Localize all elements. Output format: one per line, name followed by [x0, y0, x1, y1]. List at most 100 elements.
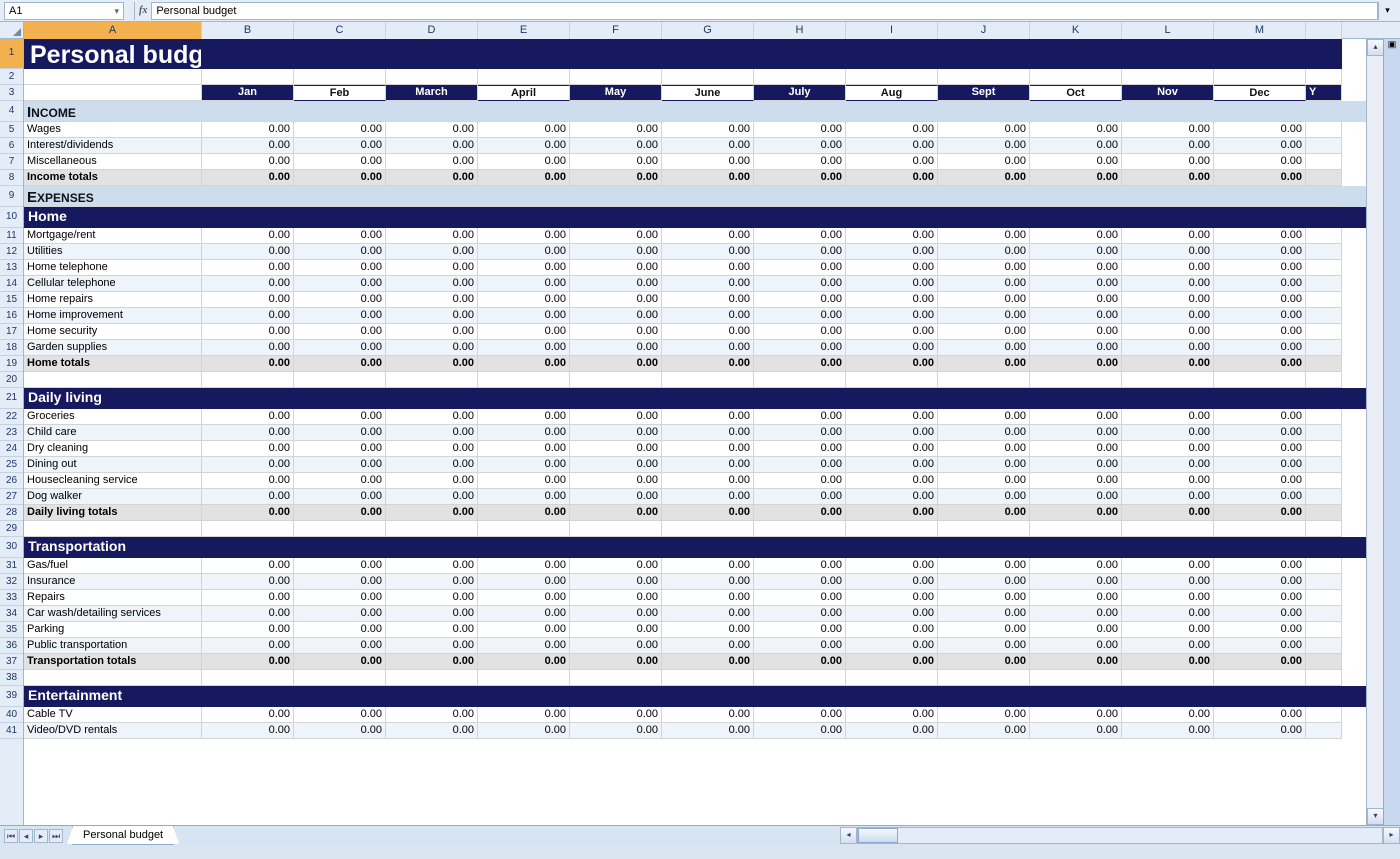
cell-E36[interactable]: 0.00	[478, 638, 570, 654]
scroll-down-icon[interactable]: ▾	[1367, 808, 1384, 825]
cell-H29[interactable]	[754, 521, 846, 537]
cell-C15[interactable]: 0.00	[294, 292, 386, 308]
cell-J7[interactable]: 0.00	[938, 154, 1030, 170]
cell-K13[interactable]: 0.00	[1030, 260, 1122, 276]
cell-F25[interactable]: 0.00	[570, 457, 662, 473]
cell-F37[interactable]: 0.00	[570, 654, 662, 670]
cell-E13[interactable]: 0.00	[478, 260, 570, 276]
cell-H17[interactable]: 0.00	[754, 324, 846, 340]
row-header-21[interactable]: 21	[0, 388, 23, 409]
cell-C1[interactable]	[294, 39, 386, 69]
row-header-30[interactable]: 30	[0, 537, 23, 558]
cell-B19[interactable]: 0.00	[202, 356, 294, 372]
cell-G4[interactable]	[662, 103, 754, 122]
cell-I34[interactable]: 0.00	[846, 606, 938, 622]
cell-F19[interactable]: 0.00	[570, 356, 662, 372]
cell-E19[interactable]: 0.00	[478, 356, 570, 372]
cell-K29[interactable]	[1030, 521, 1122, 537]
cell-K9[interactable]	[1030, 188, 1122, 207]
col-header-extra[interactable]	[1306, 22, 1342, 39]
cell-E40[interactable]: 0.00	[478, 707, 570, 723]
row-header-5[interactable]: 5	[0, 122, 23, 138]
row-header-19[interactable]: 19	[0, 356, 23, 372]
cell-D16[interactable]: 0.00	[386, 308, 478, 324]
cell-F5[interactable]: 0.00	[570, 122, 662, 138]
cell-K10[interactable]	[1030, 207, 1122, 228]
cell-A35[interactable]: Parking	[24, 622, 202, 638]
cell-F31[interactable]: 0.00	[570, 558, 662, 574]
col-header-G[interactable]: G	[662, 22, 754, 39]
fx-icon[interactable]: fx	[139, 5, 147, 16]
cell-C3[interactable]: Feb	[294, 85, 386, 101]
cell-N28[interactable]	[1306, 505, 1342, 521]
cell-H28[interactable]: 0.00	[754, 505, 846, 521]
cell-E9[interactable]	[478, 188, 570, 207]
cell-J10[interactable]	[938, 207, 1030, 228]
cell-B8[interactable]: 0.00	[202, 170, 294, 186]
cell-K16[interactable]: 0.00	[1030, 308, 1122, 324]
cell-N26[interactable]	[1306, 473, 1342, 489]
cell-A5[interactable]: Wages	[24, 122, 202, 138]
cell-A18[interactable]: Garden supplies	[24, 340, 202, 356]
cell-I15[interactable]: 0.00	[846, 292, 938, 308]
cell-H37[interactable]: 0.00	[754, 654, 846, 670]
cell-N15[interactable]	[1306, 292, 1342, 308]
cell-L33[interactable]: 0.00	[1122, 590, 1214, 606]
cell-K27[interactable]: 0.00	[1030, 489, 1122, 505]
cell-A38[interactable]	[24, 670, 202, 686]
cell-B41[interactable]: 0.00	[202, 723, 294, 739]
cell-G23[interactable]: 0.00	[662, 425, 754, 441]
cell-C6[interactable]: 0.00	[294, 138, 386, 154]
cell-G31[interactable]: 0.00	[662, 558, 754, 574]
cell-N14[interactable]	[1306, 276, 1342, 292]
cell-M26[interactable]: 0.00	[1214, 473, 1306, 489]
cell-C5[interactable]: 0.00	[294, 122, 386, 138]
cell-L30[interactable]	[1122, 537, 1214, 558]
cell-G25[interactable]: 0.00	[662, 457, 754, 473]
cell-H2[interactable]	[754, 69, 846, 85]
cell-N7[interactable]	[1306, 154, 1342, 170]
cell-K38[interactable]	[1030, 670, 1122, 686]
cell-M20[interactable]	[1214, 372, 1306, 388]
cell-D3[interactable]: March	[386, 85, 478, 101]
cell-G30[interactable]	[662, 537, 754, 558]
cell-A1[interactable]: Personal budget	[24, 39, 202, 69]
side-task-pane[interactable]: ▣	[1383, 39, 1400, 825]
cell-D8[interactable]: 0.00	[386, 170, 478, 186]
cell-I11[interactable]: 0.00	[846, 228, 938, 244]
cell-C18[interactable]: 0.00	[294, 340, 386, 356]
cell-E22[interactable]: 0.00	[478, 409, 570, 425]
cell-C34[interactable]: 0.00	[294, 606, 386, 622]
cell-G37[interactable]: 0.00	[662, 654, 754, 670]
cell-L28[interactable]: 0.00	[1122, 505, 1214, 521]
chevron-down-icon[interactable]: ▾	[114, 3, 119, 19]
cell-F15[interactable]: 0.00	[570, 292, 662, 308]
cell-A29[interactable]	[24, 521, 202, 537]
cell-H27[interactable]: 0.00	[754, 489, 846, 505]
cell-A26[interactable]: Housecleaning service	[24, 473, 202, 489]
cell-M2[interactable]	[1214, 69, 1306, 85]
cell-J27[interactable]: 0.00	[938, 489, 1030, 505]
cell-G39[interactable]	[662, 686, 754, 707]
cell-F39[interactable]	[570, 686, 662, 707]
cell-D29[interactable]	[386, 521, 478, 537]
cell-A22[interactable]: Groceries	[24, 409, 202, 425]
cell-A41[interactable]: Video/DVD rentals	[24, 723, 202, 739]
cell-E35[interactable]: 0.00	[478, 622, 570, 638]
cell-A9[interactable]: EXPENSES	[24, 188, 202, 207]
cell-C25[interactable]: 0.00	[294, 457, 386, 473]
cell-B34[interactable]: 0.00	[202, 606, 294, 622]
cell-F4[interactable]	[570, 103, 662, 122]
cell-H38[interactable]	[754, 670, 846, 686]
cell-E2[interactable]	[478, 69, 570, 85]
cell-K20[interactable]	[1030, 372, 1122, 388]
cell-A8[interactable]: Income totals	[24, 170, 202, 186]
cell-B12[interactable]: 0.00	[202, 244, 294, 260]
expand-formula-icon[interactable]: ▾	[1378, 2, 1396, 20]
cell-E32[interactable]: 0.00	[478, 574, 570, 590]
row-header-25[interactable]: 25	[0, 457, 23, 473]
cell-H12[interactable]: 0.00	[754, 244, 846, 260]
row-header-33[interactable]: 33	[0, 590, 23, 606]
cell-A17[interactable]: Home security	[24, 324, 202, 340]
cell-A3[interactable]	[24, 85, 202, 101]
